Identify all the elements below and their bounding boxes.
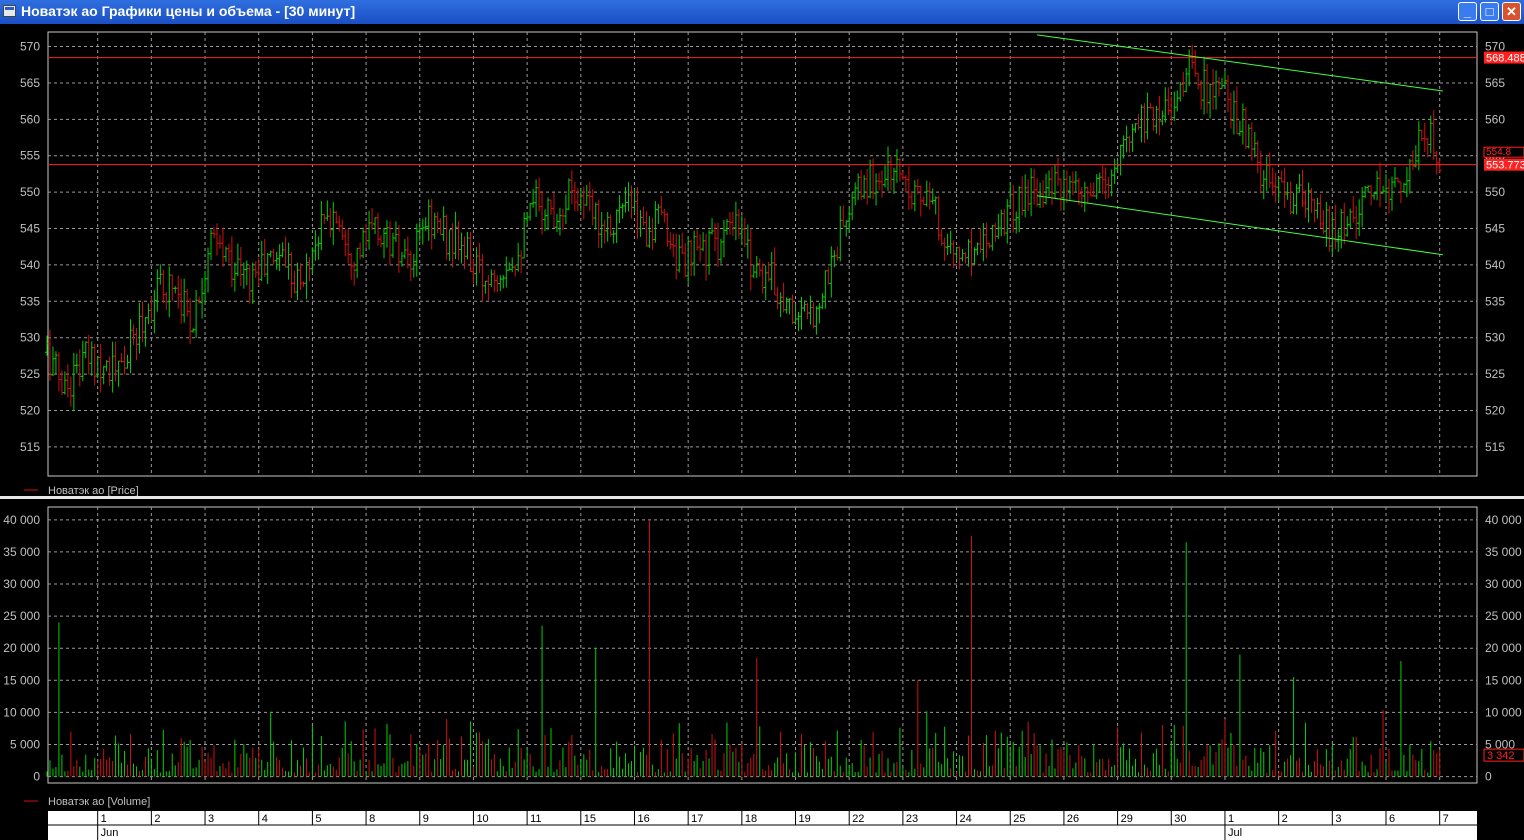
volume-ytick-right: 15 000 <box>1485 673 1522 687</box>
date-axis-day-label: 10 <box>476 813 488 825</box>
price-ytick-right: 540 <box>1485 258 1505 272</box>
price-ytick-left: 570 <box>20 40 40 54</box>
panel-splitter[interactable] <box>0 496 1524 499</box>
date-axis-day-label: 7 <box>1443 813 1449 825</box>
volume-ytick-left: 10 000 <box>3 705 40 719</box>
volume-ytick-left: 5 000 <box>10 737 40 751</box>
date-axis-day-label: 23 <box>906 813 918 825</box>
date-axis-day-label: 26 <box>1067 813 1079 825</box>
date-axis-day-label: 16 <box>637 813 649 825</box>
price-ytick-left: 515 <box>20 440 40 454</box>
last-price-label: 554.8 <box>1486 147 1511 158</box>
date-axis-day-label: 1 <box>101 813 107 825</box>
date-axis-day-label: 15 <box>584 813 596 825</box>
volume-panel[interactable]: 0 5 000 10 000 15 000 20 000 25 000 30 000 35 0… <box>3 506 1524 784</box>
date-axis-day-label: 24 <box>960 813 972 825</box>
date-axis-day-label: 2 <box>154 813 160 825</box>
volume-ytick-right: 40 000 <box>1485 513 1522 527</box>
price-legend-label: Новатэк ао [Price] <box>48 485 139 497</box>
date-axis-day-label: 11 <box>530 813 541 825</box>
volume-ytick-left: 25 000 <box>3 609 40 623</box>
volume-ytick-right: 25 000 <box>1485 609 1522 623</box>
volume-ytick-left: 0 <box>33 770 40 784</box>
window-titlebar: Новатэк ао Графики цены и объема - [30 м… <box>0 0 1524 24</box>
price-ytick-right: 545 <box>1485 222 1505 236</box>
date-axis-day-label: 30 <box>1174 813 1186 825</box>
date-axis-day-label: 19 <box>799 813 811 825</box>
price-ytick-left: 560 <box>20 112 40 126</box>
price-panel[interactable]: 515 520 525 530 535 540 545 550 555 560 565 570 515… <box>20 31 1524 477</box>
date-axis-day-label: 3 <box>1335 813 1341 825</box>
date-axis[interactable]: 1 2 3 4 5 8 9 10 11 15 16 17 18 19 22 23 24 25 26 29 30 1 2 3 6 7… <box>48 811 1477 840</box>
volume-yaxis-left: 0 5 000 10 000 15 000 20 000 25 000 30 000 35 0… <box>3 513 40 784</box>
volume-ytick-left: 20 000 <box>3 641 40 655</box>
date-axis-day-label: 3 <box>208 813 214 825</box>
volume-yaxis-right: 05 00010 00015 00020 00025 00030 00035 0… <box>1485 513 1522 784</box>
window-title: Новатэк ао Графики цены и объема - [30 м… <box>21 3 356 19</box>
chart-frame: 515 520 525 530 535 540 545 550 555 560 565 570 515… <box>0 24 1524 840</box>
date-axis-day-label: 29 <box>1121 813 1133 825</box>
price-ytick-left: 555 <box>20 149 40 163</box>
price-ytick-right: 550 <box>1485 185 1505 199</box>
price-ytick-right: 570 <box>1485 40 1505 54</box>
volume-ytick-right: 30 000 <box>1485 577 1522 591</box>
volume-legend-label: Новатэк ао [Volume] <box>48 796 150 808</box>
close-button[interactable]: ✕ <box>1502 2 1521 21</box>
volume-ytick-right: 0 <box>1485 770 1492 784</box>
volume-ytick-left: 30 000 <box>3 577 40 591</box>
volume-ytick-right: 20 000 <box>1485 641 1522 655</box>
volume-ytick-right: 35 000 <box>1485 545 1522 559</box>
date-axis-day-label: 1 <box>1228 813 1234 825</box>
volume-ytick-left: 35 000 <box>3 545 40 559</box>
price-ytick-left: 535 <box>20 294 40 308</box>
minimize-button[interactable]: _ <box>1458 2 1477 21</box>
date-axis-day-label: 6 <box>1389 813 1395 825</box>
volume-badges: 3 342 <box>1483 748 1524 762</box>
chart-window-icon <box>3 5 16 17</box>
price-legend: Новатэк ао [Price] <box>24 485 139 497</box>
volume-ytick-left: 15 000 <box>3 673 40 687</box>
price-ytick-left: 565 <box>20 76 40 90</box>
volume-legend: Новатэк ао [Volume] <box>24 796 150 808</box>
date-axis-day-label: 22 <box>852 813 864 825</box>
price-ytick-right: 535 <box>1485 294 1505 308</box>
price-ytick-right: 565 <box>1485 76 1505 90</box>
price-ytick-left: 520 <box>20 403 40 417</box>
price-ytick-left: 550 <box>20 185 40 199</box>
price-ytick-right: 560 <box>1485 112 1505 126</box>
price-ytick-right: 530 <box>1485 331 1505 345</box>
price-ytick-right: 520 <box>1485 403 1505 417</box>
price-plot-area[interactable] <box>47 31 1478 477</box>
date-axis-day-label: 25 <box>1013 813 1025 825</box>
price-ytick-left: 530 <box>20 331 40 345</box>
volume-ytick-left: 40 000 <box>3 513 40 527</box>
date-axis-day-label: 18 <box>745 813 757 825</box>
date-axis-day-label: 17 <box>691 813 703 825</box>
price-ytick-left: 525 <box>20 367 40 381</box>
volume-ytick-right: 10 000 <box>1485 705 1522 719</box>
date-axis-day-label: 5 <box>315 813 321 825</box>
price-volume-chart: 515520525530535540545550555560565570 515… <box>0 31 1524 840</box>
price-yaxis-right: 515520525530535540545550555560565570 <box>1485 40 1505 454</box>
level-badge-label: 553.773 <box>1486 160 1524 172</box>
price-yaxis-left: 515 520 525 530 535 540 545 550 555 560 565 570 <box>20 40 40 454</box>
date-axis-month-label: Jul <box>1228 827 1242 839</box>
date-axis-day-label: 8 <box>369 813 375 825</box>
date-axis-month-label: Jun <box>101 827 119 839</box>
price-ytick-left: 540 <box>20 258 40 272</box>
price-ytick-right: 525 <box>1485 367 1505 381</box>
volume-plot-area[interactable] <box>47 506 1478 784</box>
date-axis-day-label: 2 <box>1282 813 1288 825</box>
price-ytick-right: 515 <box>1485 440 1505 454</box>
price-ytick-left: 545 <box>20 222 40 236</box>
date-axis-day-label: 9 <box>423 813 429 825</box>
date-axis-day-label: 4 <box>262 813 268 825</box>
volume-last-label: 3 342 <box>1487 750 1515 762</box>
level-badge-label: 568.488 <box>1486 53 1524 65</box>
maximize-button[interactable]: □ <box>1480 2 1499 21</box>
